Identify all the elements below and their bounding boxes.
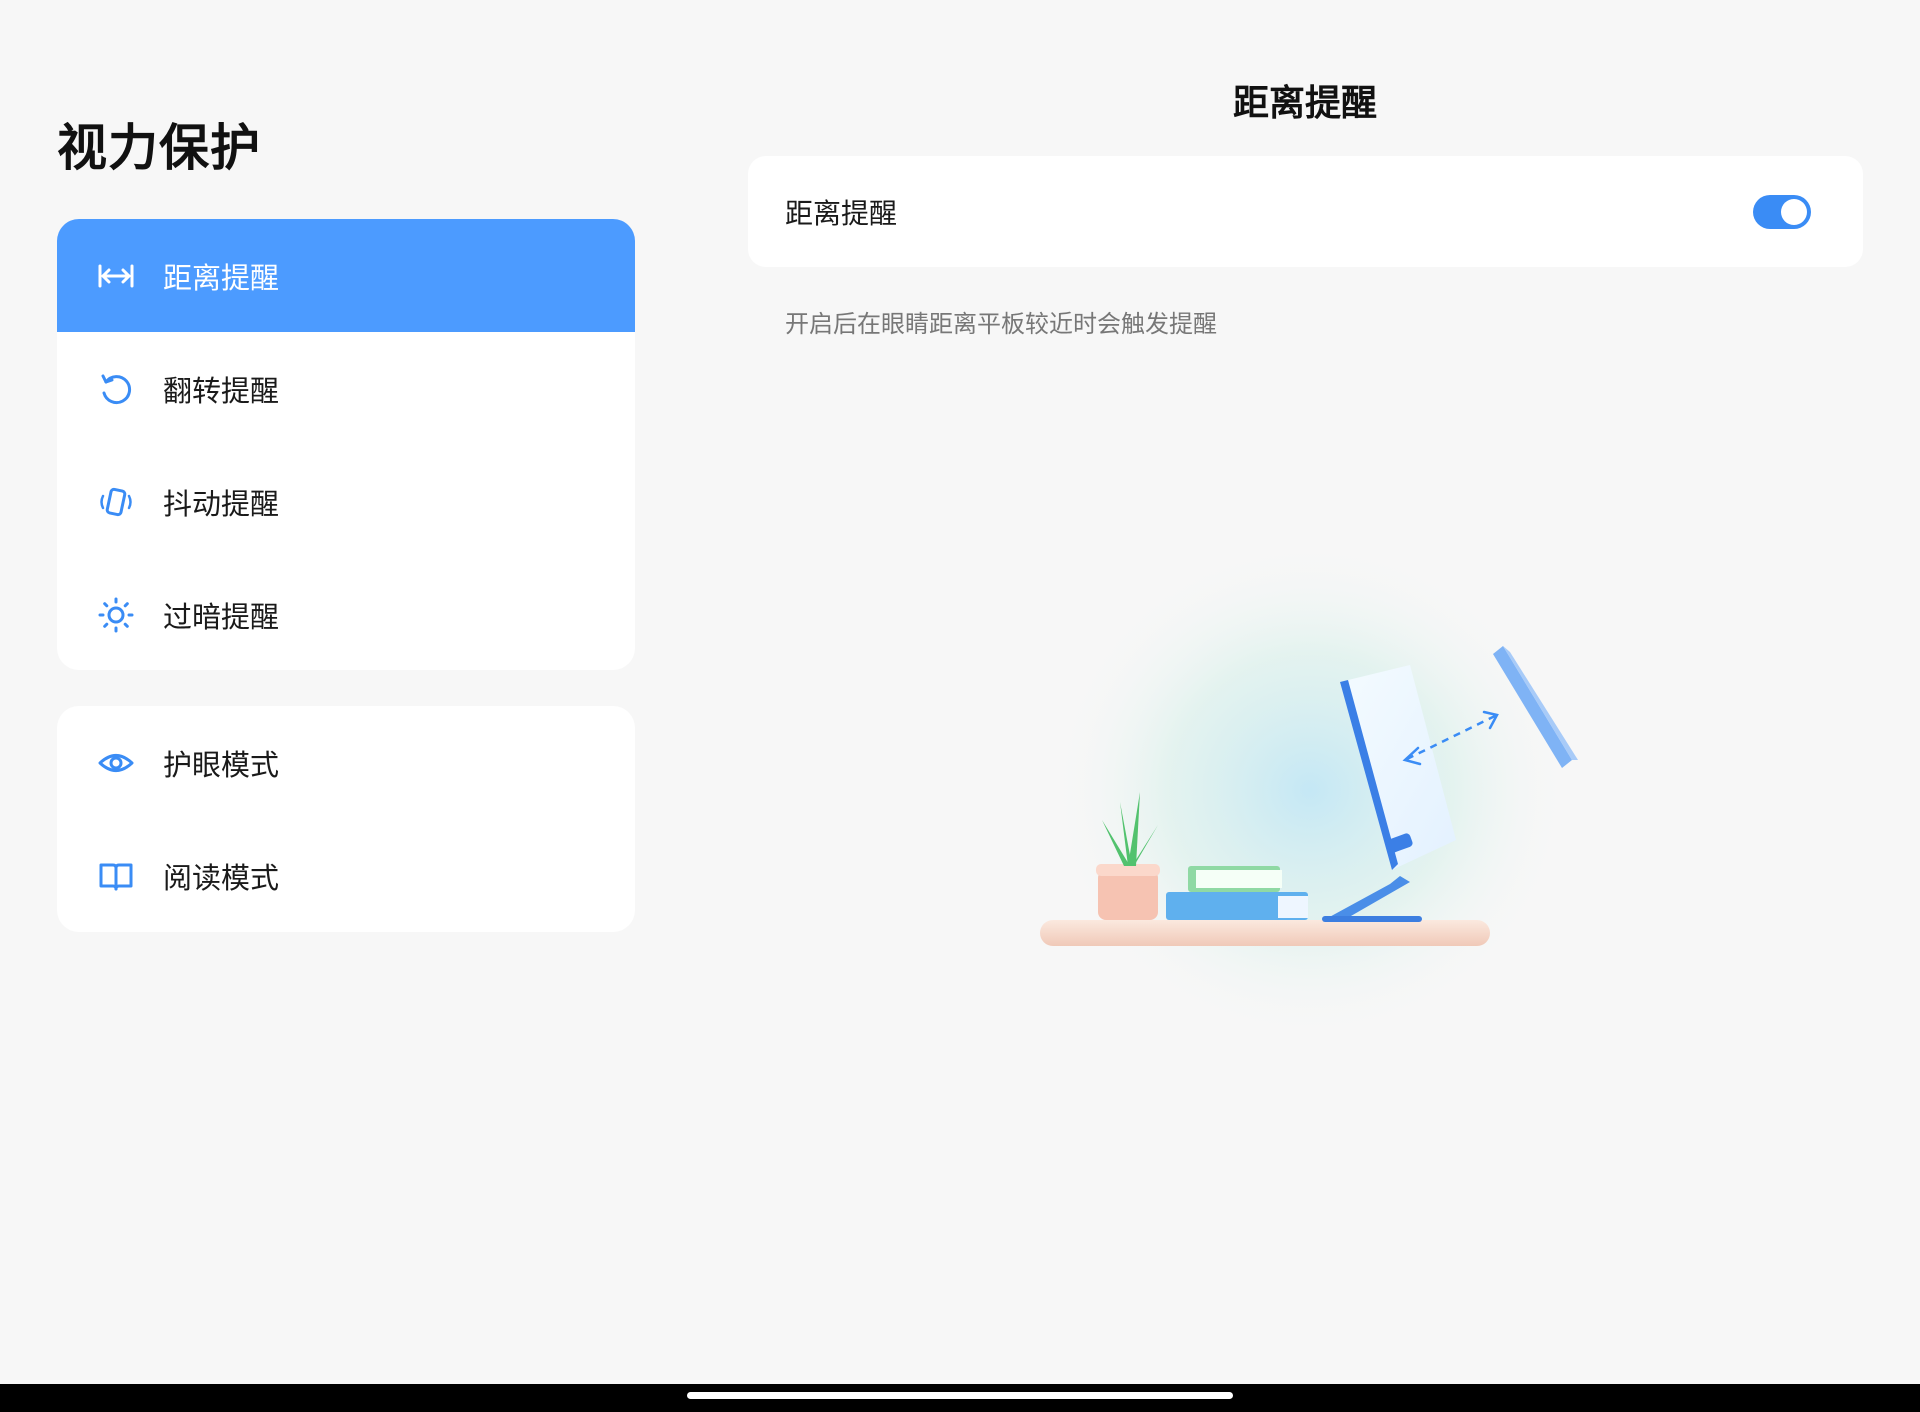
menu-item-label: 阅读模式 xyxy=(163,860,280,895)
detail-title: 距离提醒 xyxy=(1232,83,1377,124)
page-title: 视力保护 xyxy=(57,119,261,177)
menu-item-dim-reminder[interactable]: 过暗提醒 xyxy=(57,558,635,670)
home-indicator[interactable] xyxy=(687,1392,1233,1399)
menu-item-rotation-reminder[interactable]: 翻转提醒 xyxy=(57,332,635,445)
vision-protection-page: 视力保护 距离提醒 翻转提醒 抖动提醒 过暗提醒 护眼模式 阅读模式 距离提醒 … xyxy=(0,0,1920,1412)
toggle-knob xyxy=(1781,198,1807,225)
distance-icon xyxy=(97,257,135,295)
menu-item-distance-reminder[interactable]: 距离提醒 xyxy=(57,219,635,332)
book-icon xyxy=(97,857,135,895)
rotate-icon xyxy=(97,370,135,408)
menu-item-label: 翻转提醒 xyxy=(163,373,280,408)
menu-item-label: 距离提醒 xyxy=(163,260,280,295)
mode-menu-card: 护眼模式 阅读模式 xyxy=(57,706,635,932)
distance-reminder-toggle[interactable] xyxy=(1753,194,1811,229)
vibrate-icon xyxy=(97,483,135,521)
distance-illustration xyxy=(1000,540,1620,1060)
distance-reminder-setting: 距离提醒 xyxy=(748,156,1863,267)
menu-item-reading-mode[interactable]: 阅读模式 xyxy=(57,819,635,932)
menu-item-label: 护眼模式 xyxy=(163,747,280,782)
reminder-menu-card: 距离提醒 翻转提醒 抖动提醒 过暗提醒 xyxy=(57,219,635,670)
menu-item-shake-reminder[interactable]: 抖动提醒 xyxy=(57,445,635,558)
brightness-icon xyxy=(97,596,135,634)
setting-description: 开启后在眼睛距离平板较近时会触发提醒 xyxy=(785,310,1217,338)
eye-icon xyxy=(97,744,135,782)
menu-item-eye-care-mode[interactable]: 护眼模式 xyxy=(57,706,635,819)
menu-item-label: 过暗提醒 xyxy=(163,599,280,634)
system-navigation-bar xyxy=(0,1384,1920,1412)
setting-label: 距离提醒 xyxy=(785,196,898,230)
menu-item-label: 抖动提醒 xyxy=(163,486,280,521)
